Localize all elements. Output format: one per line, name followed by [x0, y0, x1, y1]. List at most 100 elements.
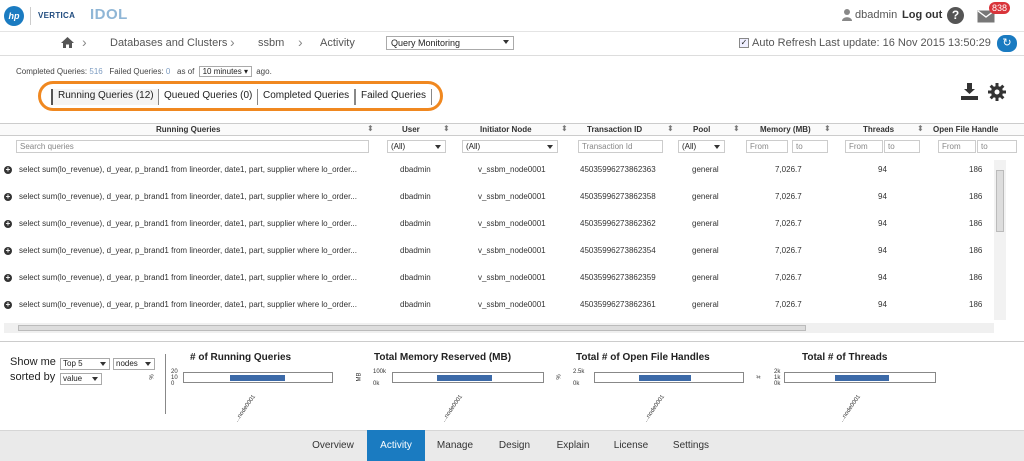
refresh-icon[interactable]: ↻: [997, 35, 1017, 52]
handles-from-input[interactable]: From: [938, 140, 976, 153]
column-header-open-file-handles[interactable]: Open File Handle: [933, 125, 998, 134]
search-queries-input[interactable]: Search queries: [16, 140, 369, 153]
query-summary: Completed Queries: 516 Failed Queries: 0…: [16, 66, 272, 77]
table-cell-user: dbadmin: [400, 273, 431, 282]
chart-bar[interactable]: [437, 375, 492, 381]
table-cell-node: v_ssbm_node0001: [478, 246, 546, 255]
sort-icon[interactable]: ⬍: [824, 124, 831, 133]
as-of-label: as of: [177, 67, 195, 76]
chart-bar[interactable]: [835, 375, 889, 381]
expand-row-icon[interactable]: +: [4, 193, 12, 201]
chart-y-tick: 0k: [573, 381, 580, 387]
chart-bar[interactable]: [639, 375, 691, 381]
breadcrumb-ssbm[interactable]: ssbm: [258, 37, 284, 49]
expand-row-icon[interactable]: +: [4, 166, 12, 174]
ago-label: ago.: [256, 67, 272, 76]
table-cell-query[interactable]: select sum(lo_revenue), d_year, p_brand1…: [19, 192, 357, 201]
threads-to-input[interactable]: to: [884, 140, 920, 153]
username: dbadmin: [855, 9, 898, 21]
sort-icon[interactable]: ⬍: [667, 124, 674, 133]
tab-queued-queries[interactable]: Queued Queries (0): [158, 89, 259, 105]
table-cell-query[interactable]: select sum(lo_revenue), d_year, p_brand1…: [19, 273, 357, 282]
expand-row-icon[interactable]: +: [4, 274, 12, 282]
sort-icon[interactable]: ⬍: [367, 124, 374, 133]
tab-completed-queries[interactable]: Completed Queries: [257, 89, 356, 105]
sorted-by-label: sorted by: [10, 371, 56, 383]
nav-license[interactable]: License: [602, 430, 660, 461]
help-icon[interactable]: ?: [947, 7, 964, 24]
unit-select[interactable]: nodes: [113, 358, 155, 370]
column-header-memory[interactable]: Memory (MB): [760, 125, 811, 134]
transaction-id-input[interactable]: Transaction Id: [578, 140, 663, 153]
column-header-threads[interactable]: Threads: [863, 125, 894, 134]
table-cell-handles: 186: [969, 165, 983, 174]
expand-row-icon[interactable]: +: [4, 247, 12, 255]
nav-design[interactable]: Design: [485, 430, 544, 461]
sort-icon[interactable]: ⬍: [917, 124, 924, 133]
table-cell-handles: 186: [969, 273, 983, 282]
chart-title: Total Memory Reserved (MB): [374, 352, 512, 363]
chart-bar[interactable]: [230, 375, 285, 381]
chart-title: Total # of Threads: [802, 352, 888, 363]
chevron-down-icon: [100, 362, 106, 366]
table-cell-memory: 7,026.7: [775, 219, 802, 228]
sort-icon[interactable]: ⬍: [443, 124, 450, 133]
threads-from-input[interactable]: From: [845, 140, 883, 153]
node-filter-value: (All): [466, 142, 481, 151]
chart-y-tick: 100k: [373, 369, 387, 375]
column-header-user[interactable]: User: [402, 125, 420, 134]
table-cell-memory: 7,026.7: [775, 246, 802, 255]
table-cell-handles: 186: [969, 219, 983, 228]
table-cell-query[interactable]: select sum(lo_revenue), d_year, p_brand1…: [19, 300, 357, 309]
horizontal-scrollbar-thumb[interactable]: [18, 325, 806, 331]
nav-overview[interactable]: Overview: [304, 430, 362, 461]
nav-manage[interactable]: Manage: [425, 430, 485, 461]
auto-refresh-checkbox[interactable]: ✓: [739, 38, 749, 48]
tab-failed-queries[interactable]: Failed Queries: [355, 89, 433, 105]
table-cell-query[interactable]: select sum(lo_revenue), d_year, p_brand1…: [19, 246, 357, 255]
nav-explain[interactable]: Explain: [544, 430, 602, 461]
table-cell-query[interactable]: select sum(lo_revenue), d_year, p_brand1…: [19, 165, 357, 174]
handles-to-input[interactable]: to: [977, 140, 1017, 153]
table-cell-threads: 94: [878, 273, 887, 282]
view-select[interactable]: Query Monitoring: [386, 36, 514, 50]
node-filter-select[interactable]: (All): [462, 140, 558, 153]
memory-from-input[interactable]: From: [746, 140, 788, 153]
home-icon[interactable]: [61, 37, 74, 48]
vertical-scrollbar-thumb[interactable]: [996, 170, 1004, 232]
pool-filter-value: (All): [682, 142, 697, 151]
download-icon[interactable]: [961, 83, 978, 100]
last-update: Last update: 16 Nov 2015 13:50:29: [819, 37, 991, 49]
completed-count: 516: [89, 67, 103, 76]
gear-icon[interactable]: [988, 83, 1006, 101]
chart-y-tick: 0k: [774, 381, 781, 387]
time-window-select[interactable]: 10 minutes ▾: [198, 66, 252, 77]
column-header-transaction-id[interactable]: Transaction ID: [587, 125, 642, 134]
table-cell-query[interactable]: select sum(lo_revenue), d_year, p_brand1…: [19, 219, 357, 228]
memory-to-input[interactable]: to: [792, 140, 828, 153]
tab-running-queries[interactable]: Running Queries (12): [51, 89, 160, 105]
column-header-initiator-node[interactable]: Initiator Node: [480, 125, 532, 134]
table-cell-pool: general: [692, 300, 719, 309]
table-cell-pool: general: [692, 165, 719, 174]
sort-icon[interactable]: ⬍: [733, 124, 740, 133]
pool-filter-select[interactable]: (All): [678, 140, 725, 153]
sort-icon[interactable]: ⬍: [561, 124, 568, 133]
column-header-pool[interactable]: Pool: [693, 125, 710, 134]
nav-settings[interactable]: Settings: [660, 430, 722, 461]
expand-row-icon[interactable]: +: [4, 220, 12, 228]
top-n-select[interactable]: Top 5: [60, 358, 110, 370]
user-filter-select[interactable]: (All): [387, 140, 446, 153]
breadcrumb-databases[interactable]: Databases and Clusters: [110, 37, 227, 49]
header-divider: [30, 7, 31, 25]
nav-activity[interactable]: Activity: [367, 430, 425, 461]
logout-link[interactable]: Log out: [902, 9, 942, 21]
table-cell-txn: 45035996273862363: [580, 165, 656, 174]
user-icon: [842, 9, 852, 21]
sort-by-select[interactable]: value: [60, 373, 102, 385]
product-name: IDOL: [90, 6, 128, 23]
column-header-running-queries[interactable]: Running Queries: [156, 125, 220, 134]
chart-y-unit: %: [149, 374, 156, 380]
breadcrumb-activity[interactable]: Activity: [320, 37, 355, 49]
expand-row-icon[interactable]: +: [4, 301, 12, 309]
